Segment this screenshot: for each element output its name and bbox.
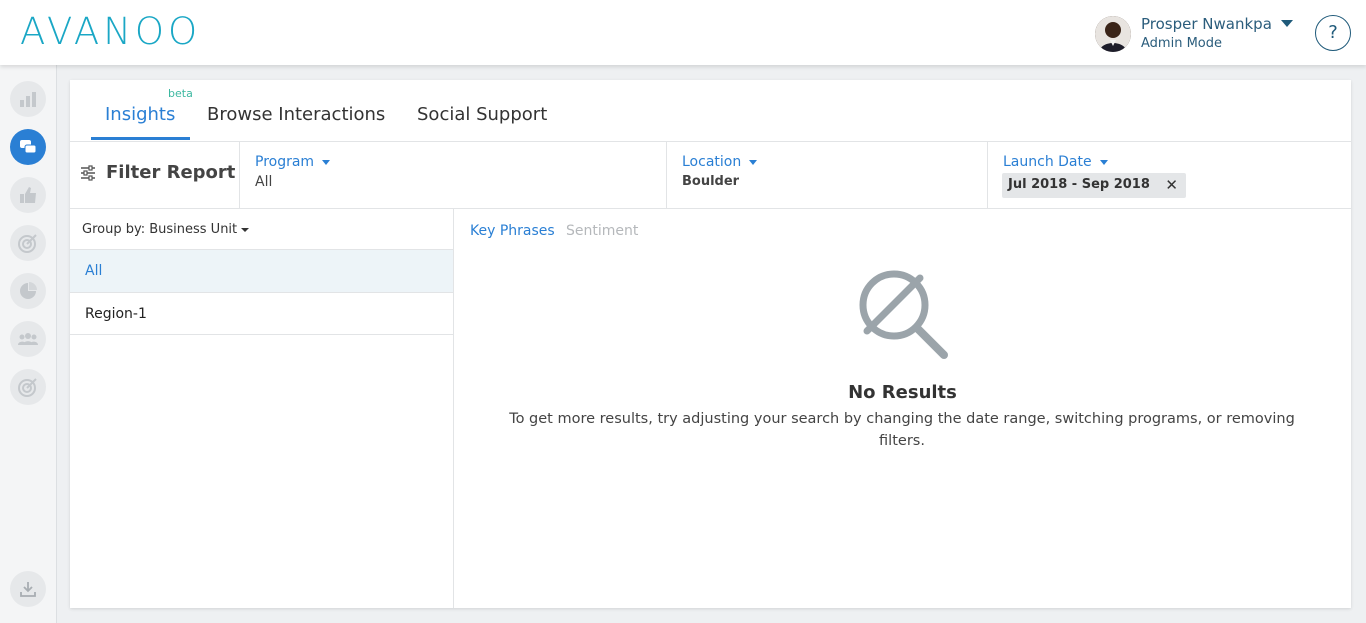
people-group-icon	[18, 333, 38, 345]
no-results-search-icon	[859, 270, 948, 359]
user-mode: Admin Mode	[1141, 36, 1222, 51]
chevron-down-icon[interactable]	[1281, 20, 1293, 27]
subtab-key-phrases[interactable]: Key Phrases	[470, 223, 555, 239]
target-icon	[18, 378, 37, 397]
group-panel: Group by: Business Unit All Region-1	[70, 209, 454, 608]
no-results-title: No Results	[848, 382, 957, 403]
avatar	[1095, 16, 1131, 52]
main-card: Insights beta Browse Interactions Social…	[70, 80, 1351, 608]
launch-date-filter[interactable]: Launch Date Jul 2018 - Sep 2018 ✕	[987, 142, 1351, 208]
caret-down-icon	[322, 159, 331, 165]
group-row-region-1[interactable]: Region-1	[70, 292, 453, 335]
target-icon	[18, 234, 37, 253]
filter-bar: Filter Report Program All Location Bould…	[70, 142, 1351, 209]
filter-report-title: Filter Report	[106, 162, 236, 183]
caret-down-icon	[749, 159, 758, 165]
location-filter-value: Boulder	[682, 174, 740, 189]
tab-insights[interactable]: Insights	[105, 104, 175, 125]
tab-bar: Insights beta Browse Interactions Social…	[70, 80, 1351, 142]
group-row-label: All	[85, 263, 103, 279]
tab-social-support[interactable]: Social Support	[417, 104, 547, 125]
user-name: Prosper Nwankpa	[1141, 15, 1272, 33]
program-filter-value: All	[255, 174, 273, 190]
download-icon	[20, 582, 36, 597]
subtab-sentiment[interactable]: Sentiment	[566, 223, 638, 239]
launch-date-chip-text: Jul 2018 - Sep 2018	[1008, 177, 1150, 192]
caret-down-icon	[241, 227, 250, 232]
no-results-description: To get more results, try adjusting your …	[509, 411, 1295, 449]
beta-badge: beta	[168, 87, 193, 100]
sidebar	[0, 65, 57, 623]
sliders-icon	[81, 164, 95, 181]
logo-text: AVANOO	[20, 10, 202, 53]
group-by-dropdown[interactable]: Group by: Business Unit	[82, 222, 250, 237]
program-filter[interactable]: Program All	[239, 142, 667, 208]
help-button[interactable]: ?	[1315, 15, 1351, 51]
location-filter[interactable]: Location Boulder	[666, 142, 987, 208]
bar-chart-icon	[20, 92, 36, 107]
download-button[interactable]	[10, 571, 46, 607]
group-row-label: Region-1	[85, 306, 147, 322]
chat-bubbles-icon	[20, 140, 37, 154]
close-icon[interactable]: ✕	[1165, 176, 1178, 194]
location-filter-label[interactable]: Location	[682, 154, 758, 170]
program-filter-label[interactable]: Program	[255, 154, 331, 170]
sidebar-item-targets[interactable]	[10, 369, 46, 405]
sidebar-item-interactions[interactable]	[10, 129, 46, 165]
sidebar-item-teams[interactable]	[10, 321, 46, 357]
results-panel: Key Phrases Sentiment No Results To get …	[454, 209, 1351, 608]
sidebar-item-reports[interactable]	[10, 273, 46, 309]
sidebar-item-feedback[interactable]	[10, 177, 46, 213]
top-bar: AVANOO Prosper Nwankpa Admin Mode ?	[0, 0, 1366, 65]
launch-date-chip: Jul 2018 - Sep 2018 ✕	[1002, 173, 1186, 198]
active-tab-indicator	[91, 137, 190, 140]
user-menu[interactable]: Prosper Nwankpa Admin Mode	[1095, 14, 1293, 54]
group-row-all[interactable]: All	[70, 249, 453, 292]
sidebar-item-goals[interactable]	[10, 225, 46, 261]
tab-browse-interactions[interactable]: Browse Interactions	[207, 104, 385, 125]
pie-chart-icon	[20, 282, 37, 299]
sidebar-item-dashboard[interactable]	[10, 81, 46, 117]
launch-date-filter-label[interactable]: Launch Date	[1003, 154, 1108, 170]
thumbs-up-icon	[20, 187, 36, 203]
caret-down-icon	[1099, 159, 1108, 165]
filter-report-heading: Filter Report	[80, 162, 235, 183]
logo[interactable]: AVANOO	[20, 12, 201, 52]
